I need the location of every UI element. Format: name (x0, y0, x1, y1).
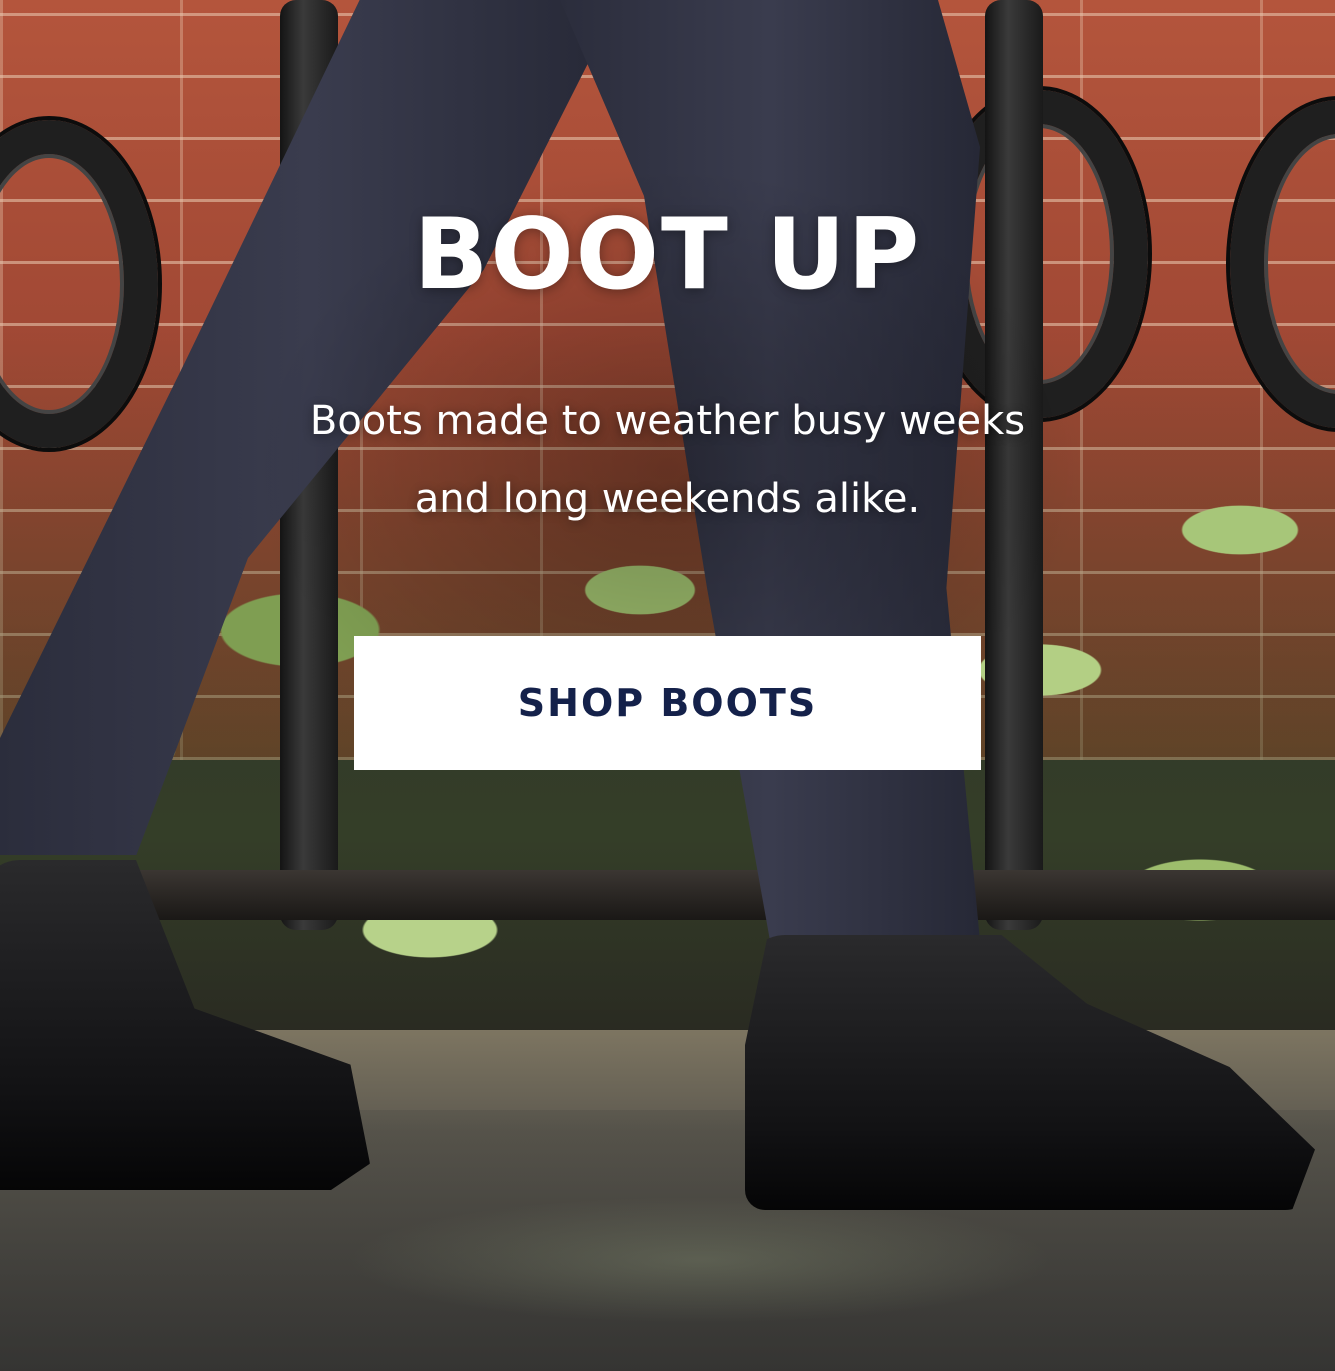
hero-subhead: Boots made to weather busy weeks and lon… (260, 382, 1075, 538)
hero-content: BOOT UP Boots made to weather busy weeks… (0, 0, 1335, 1371)
hero-subhead-line1: Boots made to weather busy weeks (309, 398, 1026, 444)
hero-banner: BOOT UP Boots made to weather busy weeks… (0, 0, 1335, 1371)
hero-headline: BOOT UP (413, 198, 922, 312)
hero-subhead-line2: and long weekends alike. (414, 476, 921, 522)
shop-boots-button[interactable]: SHOP BOOTS (354, 636, 981, 770)
